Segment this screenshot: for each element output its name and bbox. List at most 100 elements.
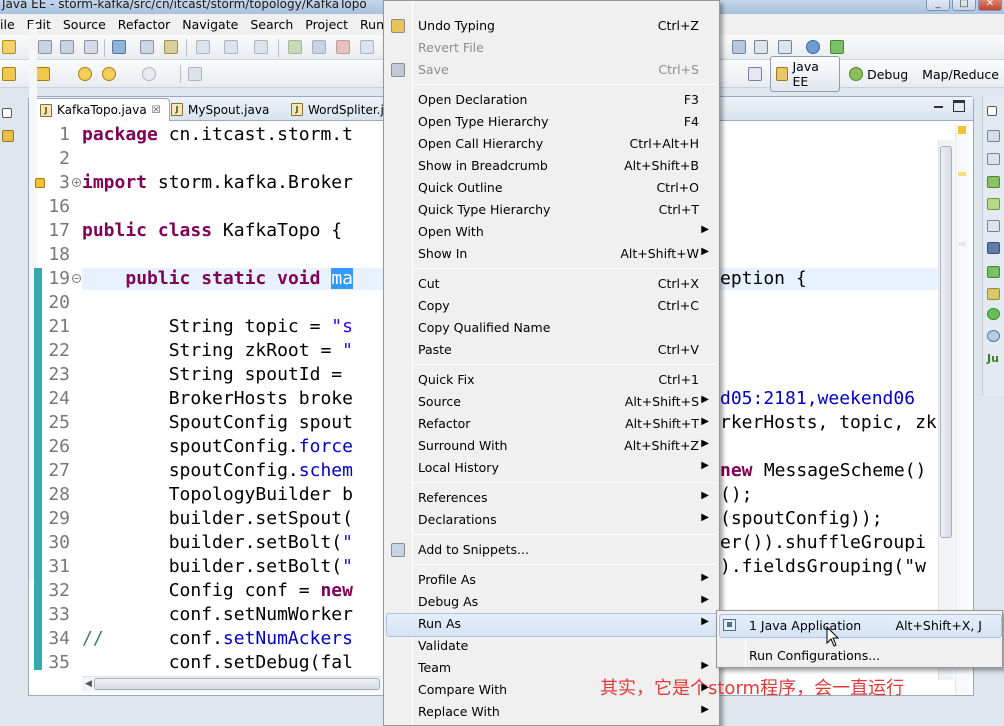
- submenu-item-java-application[interactable]: 1 Java Application Alt+Shift+X, J: [717, 613, 1002, 638]
- menu-item-label: Open Declaration: [418, 92, 528, 107]
- menu-item-source[interactable]: Source Alt+Shift+S ▶: [384, 391, 719, 413]
- scroll-left-icon[interactable]: ◀: [85, 679, 92, 689]
- menu-item-add-to-snippets[interactable]: Add to Snippets...: [384, 539, 719, 561]
- menu-item-undo-typing[interactable]: Undo Typing Ctrl+Z: [384, 15, 719, 37]
- menu-refactor[interactable]: Refactor: [112, 17, 176, 32]
- menu-item-quick-type-hierarchy[interactable]: Quick Type Hierarchy Ctrl+T: [384, 199, 719, 221]
- step-return-icon[interactable]: [254, 40, 268, 54]
- restore-view-icon[interactable]: [987, 106, 997, 116]
- menu-item-surround-with[interactable]: Surround With Alt+Shift+Z ▶: [384, 435, 719, 457]
- ruler-warning-marker[interactable]: [958, 126, 966, 134]
- menu-item-refactor[interactable]: Refactor Alt+Shift+T ▶: [384, 413, 719, 435]
- menu-item-profile-as[interactable]: Profile As ▶: [384, 569, 719, 591]
- tab-myspout[interactable]: J MySpout.java: [163, 98, 277, 121]
- code-line: public static void ma: [125, 268, 353, 289]
- menu-item-label: Replace With: [418, 704, 500, 719]
- menu-navigate[interactable]: Navigate: [176, 17, 244, 32]
- print-icon[interactable]: [84, 40, 98, 54]
- menu-item-cut[interactable]: Cut Ctrl+X: [384, 273, 719, 295]
- collapse-fold-icon[interactable]: −: [72, 274, 81, 283]
- servers-icon[interactable]: [987, 220, 1000, 232]
- paragraph-icon[interactable]: [778, 40, 792, 54]
- menu-item-quick-outline[interactable]: Quick Outline Ctrl+O: [384, 177, 719, 199]
- menu-item-revert-file[interactable]: Revert File: [384, 37, 719, 59]
- close-tab-icon[interactable]: ☒: [152, 105, 161, 116]
- task-icon[interactable]: [140, 40, 154, 54]
- minimize-editor-icon[interactable]: [933, 101, 945, 113]
- tab-kafkatopo[interactable]: J KafkaTopo.java ☒: [31, 98, 170, 121]
- menu-edit[interactable]: Edit: [21, 17, 57, 32]
- globe-icon[interactable]: [806, 40, 820, 54]
- step-icon[interactable]: [196, 40, 210, 54]
- run-server-icon[interactable]: [830, 40, 844, 54]
- junit-icon[interactable]: Ju: [987, 352, 1000, 365]
- step-over-icon[interactable]: [224, 40, 238, 54]
- maximize-editor-icon[interactable]: [953, 100, 965, 112]
- problems-icon[interactable]: [987, 198, 1000, 210]
- menu-item-quick-fix[interactable]: Quick Fix Ctrl+1: [384, 369, 719, 391]
- refactor-icon[interactable]: [164, 40, 178, 54]
- hierarchy-icon[interactable]: [987, 176, 1000, 188]
- maximize-window-button[interactable]: □: [952, 0, 976, 11]
- disconnect-icon[interactable]: [360, 40, 374, 54]
- perspective-map-reduce[interactable]: Map/Reduce: [917, 65, 1004, 84]
- menu-item-copy-qualified-name[interactable]: Copy Qualified Name: [384, 317, 719, 339]
- open-task-icon[interactable]: [754, 40, 768, 54]
- expand-fold-icon[interactable]: +: [72, 178, 81, 187]
- suspend-icon[interactable]: [312, 40, 326, 54]
- menu-item-debug-as[interactable]: Debug As ▶: [384, 591, 719, 613]
- perspective-debug[interactable]: Debug: [844, 65, 913, 84]
- save-icon[interactable]: [38, 40, 52, 54]
- menu-item-open-declaration[interactable]: Open Declaration F3: [384, 89, 719, 111]
- ruler-occurrence-marker[interactable]: [958, 242, 966, 246]
- menu-item-validate[interactable]: Validate: [384, 635, 719, 657]
- open-type-icon[interactable]: [732, 40, 746, 54]
- menu-item-save[interactable]: Save Ctrl+S: [384, 59, 719, 81]
- new-icon[interactable]: [2, 40, 16, 54]
- outline-view-icon[interactable]: [987, 130, 1000, 142]
- close-window-button[interactable]: ✕: [978, 0, 1002, 11]
- pin-editor-icon[interactable]: [188, 67, 202, 81]
- back-icon[interactable]: [78, 67, 92, 81]
- menu-item-local-history[interactable]: Local History ▶: [384, 457, 719, 479]
- progress-icon[interactable]: [987, 288, 1000, 300]
- task-list-icon[interactable]: [987, 153, 1000, 165]
- forward-arrow-icon[interactable]: [142, 67, 156, 81]
- link-icon[interactable]: [2, 67, 16, 81]
- menu-item-replace-with[interactable]: Replace With ▶: [384, 701, 719, 723]
- menu-source[interactable]: Source: [57, 17, 112, 32]
- menu-item-references[interactable]: References ▶: [384, 487, 719, 509]
- next-annotation-icon[interactable]: [36, 67, 50, 81]
- submenu-item-run-configurations[interactable]: Run Configurations...: [717, 643, 1002, 667]
- minimize-window-button[interactable]: _: [926, 0, 950, 11]
- toggle-breakpoint-icon[interactable]: [112, 40, 126, 54]
- ruler-occurrence-marker[interactable]: [958, 172, 966, 176]
- package-explorer-icon[interactable]: [2, 130, 14, 142]
- menu-item-open-type-hierarchy[interactable]: Open Type Hierarchy F4: [384, 111, 719, 133]
- menu-item-shortcut: Alt+Shift+W: [620, 246, 699, 261]
- menu-item-show-in-breadcrumb[interactable]: Show in Breadcrumb Alt+Shift+B: [384, 155, 719, 177]
- menu-item-show-in[interactable]: Show In Alt+Shift+W ▶: [384, 243, 719, 265]
- resume-icon[interactable]: [288, 40, 302, 54]
- menu-item-run-as[interactable]: Run As ▶: [384, 613, 719, 637]
- menu-file[interactable]: ile: [0, 17, 21, 32]
- back-arrow-icon[interactable]: [102, 67, 116, 81]
- menu-project[interactable]: Project: [299, 17, 354, 32]
- menu-item-declarations[interactable]: Declarations ▶: [384, 509, 719, 531]
- horizontal-scroll-thumb[interactable]: [94, 678, 380, 690]
- map-reduce-icon[interactable]: [987, 330, 1000, 342]
- selected-text[interactable]: ma: [331, 268, 353, 289]
- save-all-icon[interactable]: [60, 40, 74, 54]
- search-view-icon[interactable]: [987, 266, 1000, 278]
- perspective-java-ee[interactable]: Java EE: [769, 56, 841, 92]
- menu-search[interactable]: Search: [244, 17, 299, 32]
- bug-icon[interactable]: [987, 308, 1000, 320]
- menu-item-paste[interactable]: Paste Ctrl+V: [384, 339, 719, 361]
- menu-item-copy[interactable]: Copy Ctrl+C: [384, 295, 719, 317]
- vertical-scroll-thumb[interactable]: [940, 146, 952, 538]
- restore-view-icon[interactable]: [2, 108, 12, 118]
- menu-item-open-call-hierarchy[interactable]: Open Call Hierarchy Ctrl+Alt+H: [384, 133, 719, 155]
- console-icon[interactable]: [987, 242, 1000, 254]
- terminate-icon[interactable]: [336, 40, 350, 54]
- menu-item-open-with[interactable]: Open With ▶: [384, 221, 719, 243]
